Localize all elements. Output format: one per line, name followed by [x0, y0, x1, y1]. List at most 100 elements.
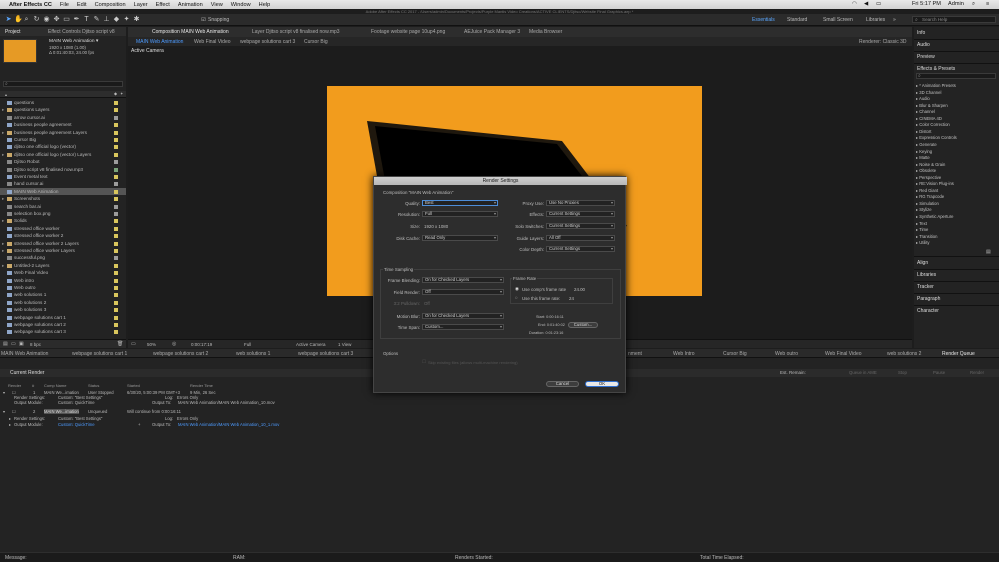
effect-category[interactable]: ▸ Time	[916, 227, 928, 232]
render-settings-value[interactable]: Custom: "Best Settings"	[58, 416, 102, 421]
label-color-swatch[interactable]	[114, 256, 118, 261]
hand-tool-icon[interactable]: ✋	[14, 16, 23, 24]
project-item[interactable]: ▸ Untitled-2 Layers	[0, 262, 126, 269]
panel-tracker[interactable]: Tracker	[917, 284, 934, 290]
expand-triangle-icon[interactable]: ▸	[2, 129, 4, 136]
subtab-main-web-animation[interactable]: MAIN Web Animation	[136, 39, 183, 45]
project-item[interactable]: ▸ questions Layers	[0, 106, 126, 113]
subtab-web-final-video[interactable]: Web Final Video	[194, 39, 231, 45]
custom-time-span-button[interactable]: Custom...	[568, 322, 598, 328]
pulldown-value[interactable]: Off	[424, 301, 430, 306]
camera-select[interactable]: Active Camera	[296, 342, 326, 347]
subtab-cursor-big[interactable]: Cursor Big	[304, 39, 328, 45]
label-color-swatch[interactable]	[114, 115, 118, 120]
project-item[interactable]: hand cursor.ai	[0, 180, 126, 187]
resolution-select[interactable]: Full	[244, 342, 251, 347]
project-item[interactable]: Djitso script v8 finalised now.mp3	[0, 166, 126, 173]
puppet-tool-icon[interactable]: ✱	[133, 16, 140, 24]
effect-category[interactable]: ▸ Transition	[916, 234, 937, 239]
type-tool-icon[interactable]: T	[83, 16, 90, 24]
label-color-swatch[interactable]	[114, 226, 118, 231]
effect-category[interactable]: ▸ Expression Controls	[916, 135, 957, 140]
project-item[interactable]: web solutions 1	[0, 291, 126, 298]
project-item[interactable]: webpage solutions cart 1	[0, 314, 126, 321]
tab-layer-script[interactable]: Layer Djitso script v8 finalised now.mp3	[252, 29, 340, 35]
tl-tab-web-intro[interactable]: Web Intro	[673, 351, 695, 357]
project-search-input[interactable]: ⌕	[3, 81, 123, 87]
label-color-swatch[interactable]	[114, 308, 118, 313]
project-item[interactable]: Web Final Video	[0, 269, 126, 276]
project-item[interactable]: djitso one official logo (vector)	[0, 143, 126, 150]
timecode[interactable]: 0:00:17:19	[191, 342, 212, 347]
selection-tool-icon[interactable]: ➤	[5, 16, 12, 24]
label-color-swatch[interactable]	[114, 323, 118, 327]
panel-character[interactable]: Character	[917, 308, 939, 314]
help-search-input[interactable]: ⌕ Search Help	[912, 16, 996, 23]
label-color-swatch[interactable]	[114, 293, 118, 298]
brush-tool-icon[interactable]: ✎	[93, 16, 100, 24]
effect-category[interactable]: ▸ * Animation Presets	[916, 83, 956, 88]
roto-brush-tool-icon[interactable]: ✦	[123, 16, 130, 24]
effect-category[interactable]: ▸ Audio	[916, 96, 930, 101]
spotlight-icon[interactable]: ⌕	[972, 1, 975, 8]
panel-preview[interactable]: Preview	[917, 54, 935, 60]
effect-category[interactable]: ▸ Generate	[916, 142, 937, 147]
menu-window[interactable]: Window	[231, 2, 251, 8]
tl-tab-main[interactable]: MAIN Web Animation	[1, 351, 48, 357]
subtab-webpage-cart-3[interactable]: webpage solutions cart 3	[240, 39, 295, 45]
stop-button[interactable]: Stop	[898, 370, 907, 375]
label-color-swatch[interactable]	[114, 189, 118, 194]
project-item[interactable]: ▸ stressed office worker 2 Layers	[0, 240, 126, 247]
snapping-checkbox-icon[interactable]: ☑	[200, 16, 207, 24]
output-module-value[interactable]: Custom: QuickTime	[58, 400, 95, 405]
tl-tab-cursor-big[interactable]: Cursor Big	[723, 351, 747, 357]
render-button[interactable]: Render	[970, 370, 984, 375]
effect-category[interactable]: ▸ CINEMA 4D	[916, 116, 942, 121]
project-item[interactable]: stressed office worker 2	[0, 232, 126, 239]
project-item[interactable]: Web outro	[0, 284, 126, 291]
notification-icon[interactable]: ≡	[986, 1, 989, 7]
label-color-swatch[interactable]	[114, 175, 118, 179]
snapping-label[interactable]: Snapping	[208, 17, 229, 23]
menu-effect[interactable]: Effect	[156, 2, 170, 8]
battery-icon[interactable]: ▭	[876, 1, 881, 7]
snapshot-icon[interactable]: ◎	[172, 341, 176, 347]
effect-category[interactable]: ▸ Synthetic Aperture	[916, 214, 953, 219]
output-to-value[interactable]: MAIN Web Animation/MAIN Web Animation_10…	[178, 400, 275, 405]
clock[interactable]: Fri 5:17 PM	[912, 1, 941, 7]
expand-triangle-icon[interactable]: ▸	[9, 422, 11, 427]
label-color-swatch[interactable]	[114, 300, 118, 305]
rotate-tool-icon[interactable]: ↻	[33, 16, 40, 24]
panel-effects-presets[interactable]: Effects & Presets	[917, 66, 955, 72]
menu-edit[interactable]: Edit	[77, 2, 87, 8]
user-name[interactable]: Admin	[948, 1, 964, 7]
zoom-tool-icon[interactable]: ⌕	[23, 16, 30, 24]
tab-footage-website[interactable]: Footage website page 10up4.png	[371, 29, 445, 35]
this-rate-value[interactable]: 24	[569, 296, 574, 301]
render-queue-item-1[interactable]: ▾ ☐ 1 MAIN We...imation User Stopped 6/3…	[0, 390, 999, 410]
project-item[interactable]: ▸ Solids	[0, 217, 126, 224]
menu-animation[interactable]: Animation	[178, 2, 203, 8]
proxy-select[interactable]: Use No Proxies	[546, 200, 615, 206]
menu-file[interactable]: File	[60, 2, 69, 8]
effect-category[interactable]: ▸ RG Trapcode	[916, 194, 944, 199]
effects-search-input[interactable]: ⌕	[916, 73, 996, 79]
motion-blur-select[interactable]: On for Checked Layers	[422, 313, 504, 319]
trash-icon[interactable]: 🗑	[117, 341, 123, 347]
project-item[interactable]: ▸ Screenshots	[0, 195, 126, 202]
disk-cache-select[interactable]: Read Only	[422, 235, 498, 241]
app-menu[interactable]: After Effects CC	[9, 2, 52, 8]
label-color-swatch[interactable]	[114, 182, 118, 187]
bpc-label[interactable]: 8 bpc	[30, 342, 41, 347]
tl-tab-cart2[interactable]: webpage solutions cart 2	[153, 351, 208, 357]
label-color-swatch[interactable]	[114, 145, 118, 150]
volume-icon[interactable]: ◀	[864, 1, 868, 7]
tl-tab-cart3[interactable]: webpage solutions cart 3	[298, 351, 353, 357]
project-item[interactable]: web solutions 3	[0, 306, 126, 313]
label-color-swatch[interactable]	[114, 204, 118, 209]
menu-composition[interactable]: Composition	[95, 2, 126, 8]
project-item[interactable]: Event metal text	[0, 173, 126, 180]
label-color-swatch[interactable]	[114, 130, 118, 135]
new-bin-icon[interactable]: ▤	[986, 249, 991, 255]
menu-view[interactable]: View	[211, 2, 223, 8]
